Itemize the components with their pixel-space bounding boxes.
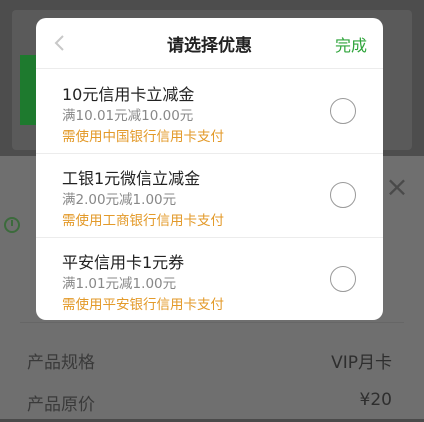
coupon-radio[interactable] (330, 98, 356, 124)
coupon-modal: 请选择优惠 完成 10元信用卡立减金 满10.01元减10.00元 需使用中国银… (36, 18, 383, 320)
coupon-note: 需使用中国银行信用卡支付 (62, 129, 224, 145)
price-label: 产品原价 (27, 395, 95, 415)
coupon-title: 10元信用卡立减金 (62, 85, 195, 104)
row-divider (20, 322, 404, 323)
coupon-note: 需使用工商银行信用卡支付 (62, 213, 224, 229)
sheet-close-icon[interactable]: × (382, 172, 412, 202)
coupon-condition: 满10.01元减10.00元 (62, 108, 194, 124)
coupon-condition: 满1.01元减1.00元 (62, 276, 177, 292)
spec-row: 产品规格 VIP月卡 (0, 340, 424, 380)
modal-header: 请选择优惠 完成 (36, 18, 383, 69)
spec-value: VIP月卡 (331, 353, 392, 373)
coupon-item[interactable]: 10元信用卡立减金 满10.01元减10.00元 需使用中国银行信用卡支付 (36, 69, 383, 154)
coupon-item[interactable]: 工银1元微信立减金 满2.00元减1.00元 需使用工商银行信用卡支付 (36, 153, 383, 238)
coupon-note: 需使用平安银行信用卡支付 (62, 297, 224, 313)
done-button[interactable]: 完成 (335, 32, 367, 56)
coupon-title: 工银1元微信立减金 (62, 169, 201, 188)
modal-title: 请选择优惠 (167, 36, 252, 56)
coupon-radio[interactable] (330, 266, 356, 292)
price-row: 产品原价 ¥20 (0, 382, 424, 422)
coupon-item[interactable]: 平安信用卡1元券 满1.01元减1.00元 需使用平安银行信用卡支付 (36, 237, 383, 320)
price-value: ¥20 (359, 390, 392, 410)
coupon-title: 平安信用卡1元券 (62, 253, 185, 272)
coupon-condition: 满2.00元减1.00元 (62, 192, 177, 208)
spec-label: 产品规格 (27, 353, 95, 373)
timer-icon (4, 217, 20, 233)
coupon-radio[interactable] (330, 182, 356, 208)
